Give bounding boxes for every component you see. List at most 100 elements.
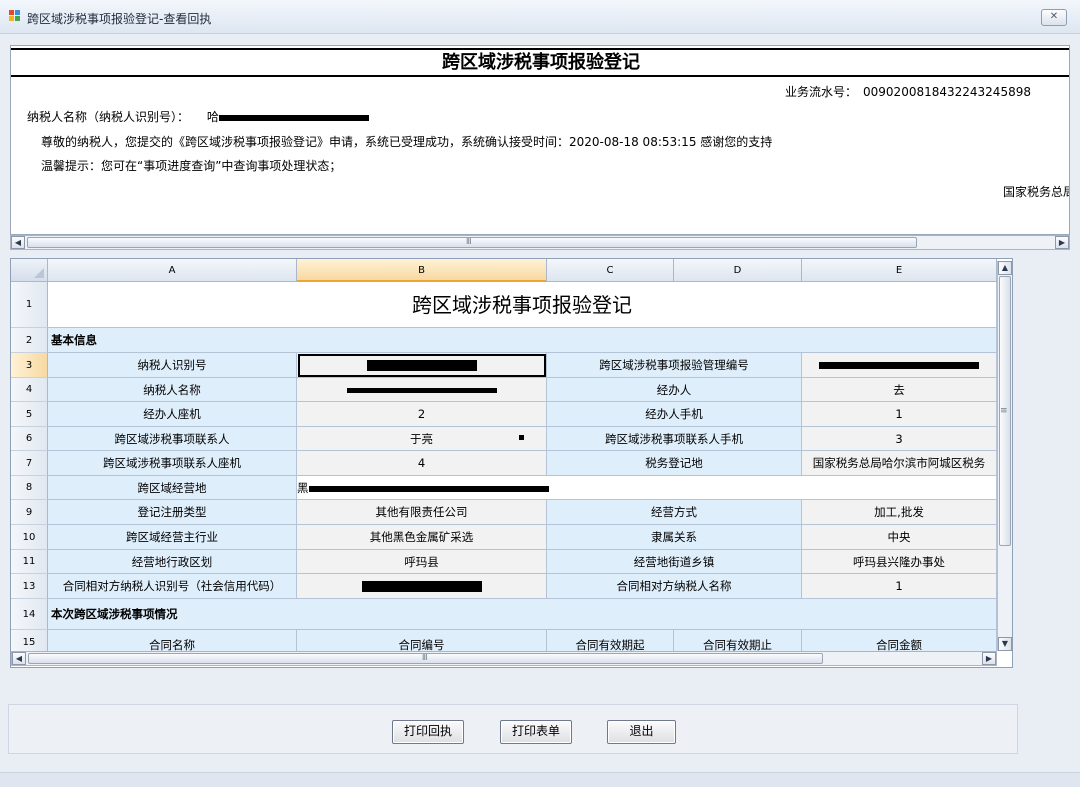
grip-icon: ≡ bbox=[1000, 406, 1008, 416]
serial-label: 业务流水号： bbox=[785, 85, 858, 99]
tip-text: 温馨提示：您可在“事项进度查询”中查询事项处理状态； bbox=[41, 159, 342, 173]
row-header[interactable]: 3 bbox=[11, 353, 48, 378]
cell-label[interactable]: 登记注册类型 bbox=[48, 500, 297, 525]
receipt-panel: 跨区域涉税事项报验登记 业务流水号： 00902008184322432458​9… bbox=[10, 45, 1070, 235]
cell-value[interactable]: 去 bbox=[802, 378, 997, 402]
redaction bbox=[366, 360, 477, 371]
redaction bbox=[519, 435, 524, 440]
bureau-text: 国家税务总局 bbox=[1003, 185, 1070, 199]
section-basic-info[interactable]: 基本信息 bbox=[48, 328, 997, 353]
cell-label[interactable]: 经营方式 bbox=[547, 500, 802, 525]
exit-button[interactable]: 退出 bbox=[607, 720, 676, 744]
cell-value[interactable]: 1 bbox=[802, 574, 997, 599]
row-header[interactable]: 5 bbox=[11, 402, 48, 427]
sheet-vscrollbar[interactable]: ▲ ≡ ▼ bbox=[997, 261, 1012, 651]
cell-contact-name[interactable]: 于亮 bbox=[297, 427, 547, 451]
row-header[interactable]: 11 bbox=[11, 550, 48, 574]
receipt-hscrollbar[interactable]: ◀ Ⅲ ▶ bbox=[10, 235, 1070, 250]
scroll-left-icon[interactable]: ◀ bbox=[12, 652, 26, 665]
cell-label[interactable]: 跨区域涉税事项报验管理编号 bbox=[547, 353, 802, 378]
scroll-thumb[interactable] bbox=[27, 237, 917, 248]
cell-label[interactable]: 跨区域经营地 bbox=[48, 476, 297, 500]
column-header-a[interactable]: A bbox=[48, 259, 297, 282]
row-header[interactable]: 4 bbox=[11, 378, 48, 402]
cell-taxpayer-id[interactable] bbox=[297, 353, 547, 378]
cell-value: 于亮 bbox=[410, 432, 433, 446]
row-header[interactable]: 14 bbox=[11, 599, 48, 630]
cell-label[interactable]: 经办人手机 bbox=[547, 402, 802, 427]
redaction bbox=[361, 581, 482, 592]
form-title-cell[interactable]: 跨区域涉税事项报验登记 bbox=[48, 282, 997, 328]
cell-business-location[interactable]: 黑 bbox=[297, 476, 997, 500]
cell-label[interactable]: 合同相对方纳税人识别号（社会信用代码） bbox=[48, 574, 297, 599]
scroll-right-icon[interactable]: ▶ bbox=[1055, 236, 1069, 249]
app-icon bbox=[9, 10, 21, 22]
row-header[interactable]: 1 bbox=[11, 282, 48, 328]
grip-icon: Ⅲ bbox=[466, 237, 471, 246]
row-header[interactable]: 13 bbox=[11, 574, 48, 599]
serial-value: 00902008184322432458​98 bbox=[863, 85, 1031, 99]
cell-value[interactable]: 4 bbox=[297, 451, 547, 476]
cell-label[interactable]: 纳税人识别号 bbox=[48, 353, 297, 378]
redaction bbox=[346, 388, 497, 393]
cell-label[interactable]: 经营地街道乡镇 bbox=[547, 550, 802, 574]
sheet-hscrollbar[interactable]: ◀ Ⅲ ▶ bbox=[11, 651, 997, 666]
cell-value[interactable]: 呼玛县 bbox=[297, 550, 547, 574]
taxpayer-label: 纳税人名称（纳税人识别号）： bbox=[27, 110, 190, 124]
cell-taxpayer-name[interactable] bbox=[297, 378, 547, 402]
cell-value[interactable]: 其他有限责任公司 bbox=[297, 500, 547, 525]
row-header[interactable]: 8 bbox=[11, 476, 48, 500]
grip-icon: Ⅲ bbox=[422, 653, 427, 662]
cell-value[interactable]: 1 bbox=[802, 402, 997, 427]
redaction bbox=[308, 485, 549, 492]
row-header[interactable]: 6 bbox=[11, 427, 48, 451]
row-header[interactable]: 2 bbox=[11, 328, 48, 353]
cell-label[interactable]: 跨区域经营主行业 bbox=[48, 525, 297, 550]
window-title: 跨区域涉税事项报验登记-查看回执 bbox=[27, 12, 212, 26]
row-header[interactable]: 10 bbox=[11, 525, 48, 550]
cell-label[interactable]: 跨区域涉税事项联系人 bbox=[48, 427, 297, 451]
form-spreadsheet[interactable]: A B C D E 1 2 3 4 5 6 7 8 9 10 11 13 14 … bbox=[10, 258, 1013, 668]
cell-label[interactable]: 纳税人名称 bbox=[48, 378, 297, 402]
section-current-info[interactable]: 本次跨区域涉税事项情况 bbox=[48, 599, 997, 630]
cell-value[interactable]: 国家税务总局哈尔滨市阿城区税务 bbox=[802, 451, 997, 476]
redaction bbox=[218, 114, 369, 121]
taxpayer-prefix: 哈 bbox=[206, 110, 219, 124]
cell-label[interactable]: 经办人 bbox=[547, 378, 802, 402]
column-header-c[interactable]: C bbox=[547, 259, 674, 282]
cell-value[interactable]: 2 bbox=[297, 402, 547, 427]
cell-value[interactable]: 其他黑色金属矿采选 bbox=[297, 525, 547, 550]
column-header-b[interactable]: B bbox=[297, 259, 547, 282]
column-header-d[interactable]: D bbox=[674, 259, 802, 282]
cell-mgmt-number[interactable] bbox=[802, 353, 997, 378]
select-all-corner[interactable] bbox=[11, 259, 48, 282]
cell-label[interactable]: 跨区域涉税事项联系人座机 bbox=[48, 451, 297, 476]
cell-value[interactable]: 呼玛县兴隆办事处 bbox=[802, 550, 997, 574]
print-form-button[interactable]: 打印表单 bbox=[500, 720, 572, 744]
cell-label[interactable]: 经营地行政区划 bbox=[48, 550, 297, 574]
cell-label[interactable]: 隶属关系 bbox=[547, 525, 802, 550]
column-header-e[interactable]: E bbox=[802, 259, 997, 282]
row-header[interactable]: 7 bbox=[11, 451, 48, 476]
scroll-left-icon[interactable]: ◀ bbox=[11, 236, 25, 249]
cell-value[interactable]: 加工,批发 bbox=[802, 500, 997, 525]
cell-label[interactable]: 合同相对方纳税人名称 bbox=[547, 574, 802, 599]
serial-number: 业务流水号： 00902008184322432458​98 bbox=[785, 83, 1031, 100]
window-titlebar: 跨区域涉税事项报验登记-查看回执 ✕ bbox=[0, 0, 1080, 34]
row-header[interactable]: 9 bbox=[11, 500, 48, 525]
cell-label[interactable]: 经办人座机 bbox=[48, 402, 297, 427]
cell-value[interactable]: 中央 bbox=[802, 525, 997, 550]
scroll-right-icon[interactable]: ▶ bbox=[982, 652, 996, 665]
close-button[interactable]: ✕ bbox=[1041, 9, 1067, 26]
cell-label[interactable]: 跨区域涉税事项联系人手机 bbox=[547, 427, 802, 451]
print-receipt-button[interactable]: 打印回执 bbox=[392, 720, 464, 744]
cell-counterparty-id[interactable] bbox=[297, 574, 547, 599]
taxpayer-line: 纳税人名称（纳税人识别号）： 哈 bbox=[27, 108, 369, 125]
redaction bbox=[819, 362, 979, 369]
cell-value: 黑 bbox=[297, 481, 309, 495]
cell-label[interactable]: 税务登记地 bbox=[547, 451, 802, 476]
scroll-up-icon[interactable]: ▲ bbox=[998, 261, 1012, 275]
window-bottom-edge bbox=[0, 772, 1080, 787]
cell-value[interactable]: 3 bbox=[802, 427, 997, 451]
scroll-down-icon[interactable]: ▼ bbox=[998, 637, 1012, 651]
